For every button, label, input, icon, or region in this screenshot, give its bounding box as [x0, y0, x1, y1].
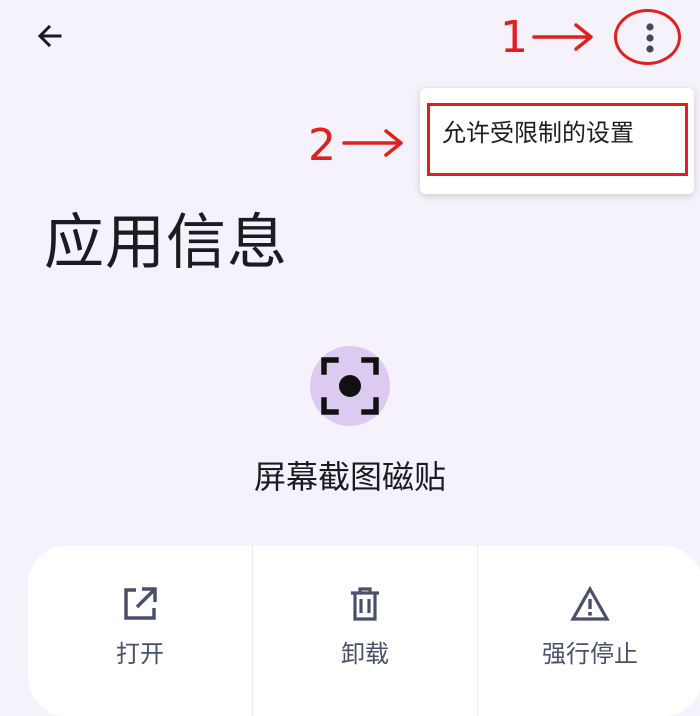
annotation-circle-highlight	[614, 9, 681, 65]
page-title: 应用信息	[44, 208, 288, 278]
annotation-rect-highlight	[427, 103, 688, 176]
app-icon	[310, 346, 390, 426]
warning-icon	[570, 586, 610, 621]
force-stop-button-label: 强行停止	[542, 640, 638, 668]
open-external-icon	[124, 587, 157, 620]
annotation-step-1-label: 1	[500, 12, 528, 63]
uninstall-button-label: 卸载	[341, 640, 389, 668]
arrow-left-icon	[37, 24, 62, 48]
open-button[interactable]: 打开	[28, 546, 252, 716]
annotation-arrow-1-icon	[532, 23, 593, 51]
screenshot-icon	[321, 357, 379, 415]
open-button-label: 打开	[116, 640, 164, 668]
annotation-arrow-2-icon	[342, 129, 403, 157]
app-name: 屏幕截图磁贴	[253, 458, 446, 496]
trash-icon	[351, 587, 379, 621]
back-button[interactable]	[24, 14, 76, 58]
uninstall-button[interactable]: 卸载	[252, 546, 477, 716]
force-stop-button[interactable]: 强行停止	[477, 546, 700, 716]
annotation-step-2-label: 2	[308, 120, 336, 171]
app-actions-bar: 打开 卸载 强行停止	[28, 546, 700, 716]
